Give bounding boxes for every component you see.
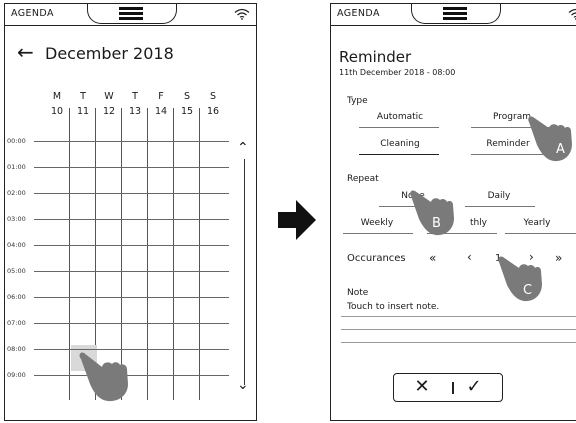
hour-label: 09:00 — [7, 371, 26, 379]
callout-hand-a-icon: A — [528, 116, 572, 162]
option-underline — [465, 206, 535, 207]
day-letter: W — [104, 91, 114, 102]
wifi-icon — [568, 8, 576, 20]
occurrences-prev-icon[interactable]: ‹ — [467, 250, 472, 264]
type-option-cleaning[interactable]: Cleaning — [367, 139, 433, 149]
grid-column-line — [173, 108, 174, 400]
note-line — [341, 329, 576, 330]
note-input[interactable]: Touch to insert note. — [347, 302, 439, 312]
note-line — [341, 342, 576, 343]
occurrences-last-icon[interactable]: » — [555, 251, 562, 265]
day-number[interactable]: 16 — [200, 106, 226, 117]
menu-icon-line — [443, 12, 467, 15]
hour-line — [34, 219, 229, 220]
callout-letter: B — [432, 216, 441, 231]
occurrences-first-icon[interactable]: « — [429, 251, 436, 265]
menu-icon — [119, 7, 143, 10]
hour-label: 00:00 — [7, 137, 26, 145]
day-letter: T — [80, 91, 86, 102]
menu-button[interactable] — [87, 4, 177, 24]
day-number[interactable]: 13 — [122, 106, 148, 117]
back-arrow-icon[interactable]: ← — [17, 42, 34, 62]
repeat-option-daily[interactable]: Daily — [467, 191, 531, 201]
hour-line — [34, 167, 229, 168]
page-title: Reminder — [339, 48, 412, 66]
scroll-down-chevron-icon[interactable]: ⌄ — [237, 378, 249, 392]
reminder-screen: AGENDA Reminder 11th December 2018 - 08:… — [330, 3, 576, 421]
callout-letter: C — [523, 283, 532, 298]
top-bar: AGENDA — [331, 4, 576, 26]
grid-column-line — [147, 108, 148, 400]
day-letter: S — [183, 91, 191, 102]
hour-line — [34, 271, 229, 272]
hour-line — [34, 323, 229, 324]
top-bar-divider — [5, 25, 256, 26]
wifi-icon — [234, 8, 250, 20]
menu-icon-line — [119, 17, 143, 20]
reminder-datetime: 11th December 2018 - 08:00 — [339, 68, 456, 77]
callout-letter: A — [556, 142, 565, 157]
scrollbar-track[interactable] — [244, 159, 246, 385]
note-label: Note — [347, 288, 369, 298]
callout-hand-c-icon: C — [498, 256, 542, 302]
option-underline — [343, 233, 413, 234]
note-line — [341, 316, 576, 317]
repeat-option-yearly[interactable]: Yearly — [505, 218, 569, 228]
type-option-automatic[interactable]: Automatic — [367, 112, 433, 122]
menu-button[interactable] — [411, 4, 501, 24]
hour-label: 05:00 — [7, 267, 26, 275]
hour-line — [34, 193, 229, 194]
calendar-screen: AGENDA ← December 2018 M 10 T 11 W 12 T … — [4, 3, 257, 421]
app-title: AGENDA — [11, 8, 54, 19]
option-underline-selected — [359, 154, 439, 155]
top-bar: AGENDA — [5, 4, 256, 26]
day-letter: S — [209, 91, 217, 102]
hour-label: 03:00 — [7, 215, 26, 223]
hour-line — [34, 245, 229, 246]
cancel-button[interactable]: ✕ — [396, 374, 448, 400]
hour-line — [34, 141, 229, 142]
day-number[interactable]: 12 — [96, 106, 122, 117]
day-letter: T — [132, 91, 138, 102]
hour-label: 02:00 — [7, 189, 26, 197]
menu-icon — [443, 7, 467, 10]
occurrences-label: Occurances — [347, 253, 406, 264]
day-letter: F — [158, 91, 164, 102]
hour-label: 06:00 — [7, 293, 26, 301]
day-number[interactable]: 15 — [174, 106, 200, 117]
grid-column-line — [69, 108, 70, 400]
action-button-group: ✕ ✓ — [393, 373, 503, 402]
day-number[interactable]: 10 — [44, 106, 70, 117]
menu-icon-line — [119, 12, 143, 15]
tapping-hand-icon — [79, 352, 128, 402]
grid-column-line — [199, 108, 200, 400]
confirm-button[interactable]: ✓ — [448, 374, 500, 400]
hour-label: 08:00 — [7, 345, 26, 353]
type-label: Type — [347, 96, 368, 106]
app-title: AGENDA — [337, 8, 380, 19]
hour-label: 04:00 — [7, 241, 26, 249]
next-step-arrow-icon — [278, 200, 316, 240]
option-underline — [505, 233, 576, 234]
menu-icon-line — [443, 17, 467, 20]
repeat-option-weekly[interactable]: Weekly — [345, 218, 409, 228]
hour-label: 07:00 — [7, 319, 26, 327]
option-underline — [359, 127, 439, 128]
day-number[interactable]: 14 — [148, 106, 174, 117]
scroll-up-chevron-icon[interactable]: ⌃ — [237, 141, 249, 155]
repeat-label: Repeat — [347, 174, 379, 184]
callout-hand-b-icon: B — [410, 190, 454, 236]
hour-label: 01:00 — [7, 163, 26, 171]
day-number[interactable]: 11 — [70, 106, 96, 117]
top-bar-divider — [331, 25, 576, 26]
hour-line — [34, 297, 229, 298]
month-title: December 2018 — [45, 44, 174, 63]
day-letter: M — [52, 91, 62, 102]
